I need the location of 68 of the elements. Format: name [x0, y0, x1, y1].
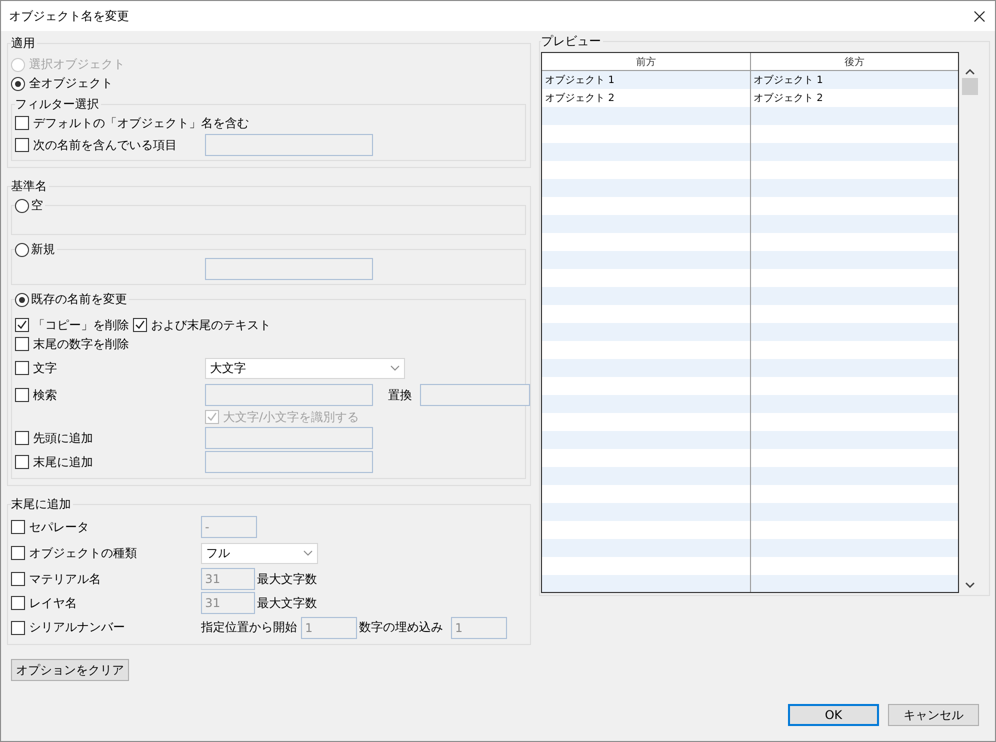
scroll-down-icon[interactable] — [965, 581, 975, 589]
radio-label: 選択オブジェクト — [29, 56, 125, 73]
close-icon[interactable] — [974, 10, 985, 22]
checkbox[interactable] — [15, 361, 29, 375]
checkbox-label: 「コピー」を削除 — [33, 316, 129, 334]
field-label: 数字の埋め込み — [359, 619, 443, 636]
group-title: 末尾に追加 — [11, 496, 71, 513]
checkbox[interactable] — [15, 388, 29, 402]
checkbox-label: 検索 — [33, 386, 57, 404]
checkbox[interactable] — [11, 520, 25, 534]
input-field[interactable] — [205, 451, 373, 473]
input-field[interactable] — [205, 384, 373, 406]
table-cell-text: オブジェクト 1 — [752, 74, 824, 88]
cancel-button[interactable]: キャンセル — [888, 704, 979, 726]
checkbox[interactable] — [133, 318, 147, 332]
checkbox-label: オブジェクトの種類 — [29, 544, 137, 562]
checkbox[interactable] — [15, 318, 29, 332]
radio-label: 既存の名前を変更 — [31, 291, 127, 308]
input-field[interactable] — [205, 427, 373, 449]
group-title: フィルター選択 — [15, 96, 99, 113]
checkbox[interactable] — [15, 455, 29, 469]
input-field[interactable] — [205, 258, 373, 280]
scrollbar-thumb[interactable] — [962, 78, 978, 95]
chevron-down-icon — [390, 365, 400, 371]
dropdown[interactable]: 大文字 — [205, 358, 405, 378]
checkbox[interactable] — [15, 116, 29, 130]
radio-label: 空 — [31, 197, 43, 214]
checkbox[interactable] — [11, 546, 25, 560]
checkbox[interactable] — [11, 572, 25, 586]
radio-label: 全オブジェクト — [29, 75, 113, 92]
scroll-up-icon[interactable] — [965, 68, 975, 76]
field-label: 最大文字数 — [257, 594, 317, 612]
checkbox-label: レイヤ名 — [29, 594, 77, 612]
table-cell-text: オブジェクト 2 — [752, 92, 824, 106]
checkbox-label: 末尾の数字を削除 — [33, 336, 129, 352]
checkbox-label: および末尾のテキスト — [151, 316, 271, 334]
checkbox[interactable] — [11, 620, 25, 634]
window-title: オブジェクト名を変更 — [9, 8, 129, 24]
clear-options-button[interactable]: オプションをクリア — [11, 659, 129, 681]
checkbox-label: 文字 — [33, 360, 57, 376]
radio-label: 新規 — [31, 241, 55, 258]
checkbox-label: 末尾に追加 — [33, 454, 93, 470]
checkbox-label: マテリアル名 — [29, 570, 101, 588]
ok-button[interactable]: OK — [788, 704, 879, 726]
checkbox[interactable] — [15, 138, 29, 152]
checkbox-label: デフォルトの「オブジェクト」名を含む — [33, 114, 249, 132]
checkbox-label: 次の名前を含んでいる項目 — [33, 136, 177, 154]
group-title: 適用 — [11, 35, 35, 52]
radio-button[interactable] — [11, 76, 25, 90]
radio-button[interactable] — [15, 198, 29, 212]
input-field[interactable] — [420, 384, 530, 406]
field-label: 最大文字数 — [257, 570, 317, 588]
dropdown[interactable]: フル — [201, 542, 318, 564]
checkbox[interactable] — [11, 596, 25, 610]
checkbox[interactable] — [15, 431, 29, 445]
checkbox[interactable] — [15, 337, 29, 351]
checkbox-label: シリアルナンバー — [29, 619, 125, 636]
radio-button[interactable] — [15, 292, 29, 306]
checkbox-label: 大文字/小文字を識別する — [223, 408, 360, 426]
group-title: プレビュー — [541, 33, 601, 50]
field-label: 指定位置から開始 — [201, 619, 297, 636]
checkbox-label: 先頭に追加 — [33, 430, 93, 446]
radio-button[interactable] — [15, 242, 29, 256]
input-field[interactable] — [205, 134, 373, 156]
checkbox-label: セパレータ — [29, 518, 89, 536]
group-title: 基準名 — [11, 178, 47, 195]
field-label: 置換 — [388, 386, 412, 404]
chevron-down-icon — [303, 550, 313, 556]
